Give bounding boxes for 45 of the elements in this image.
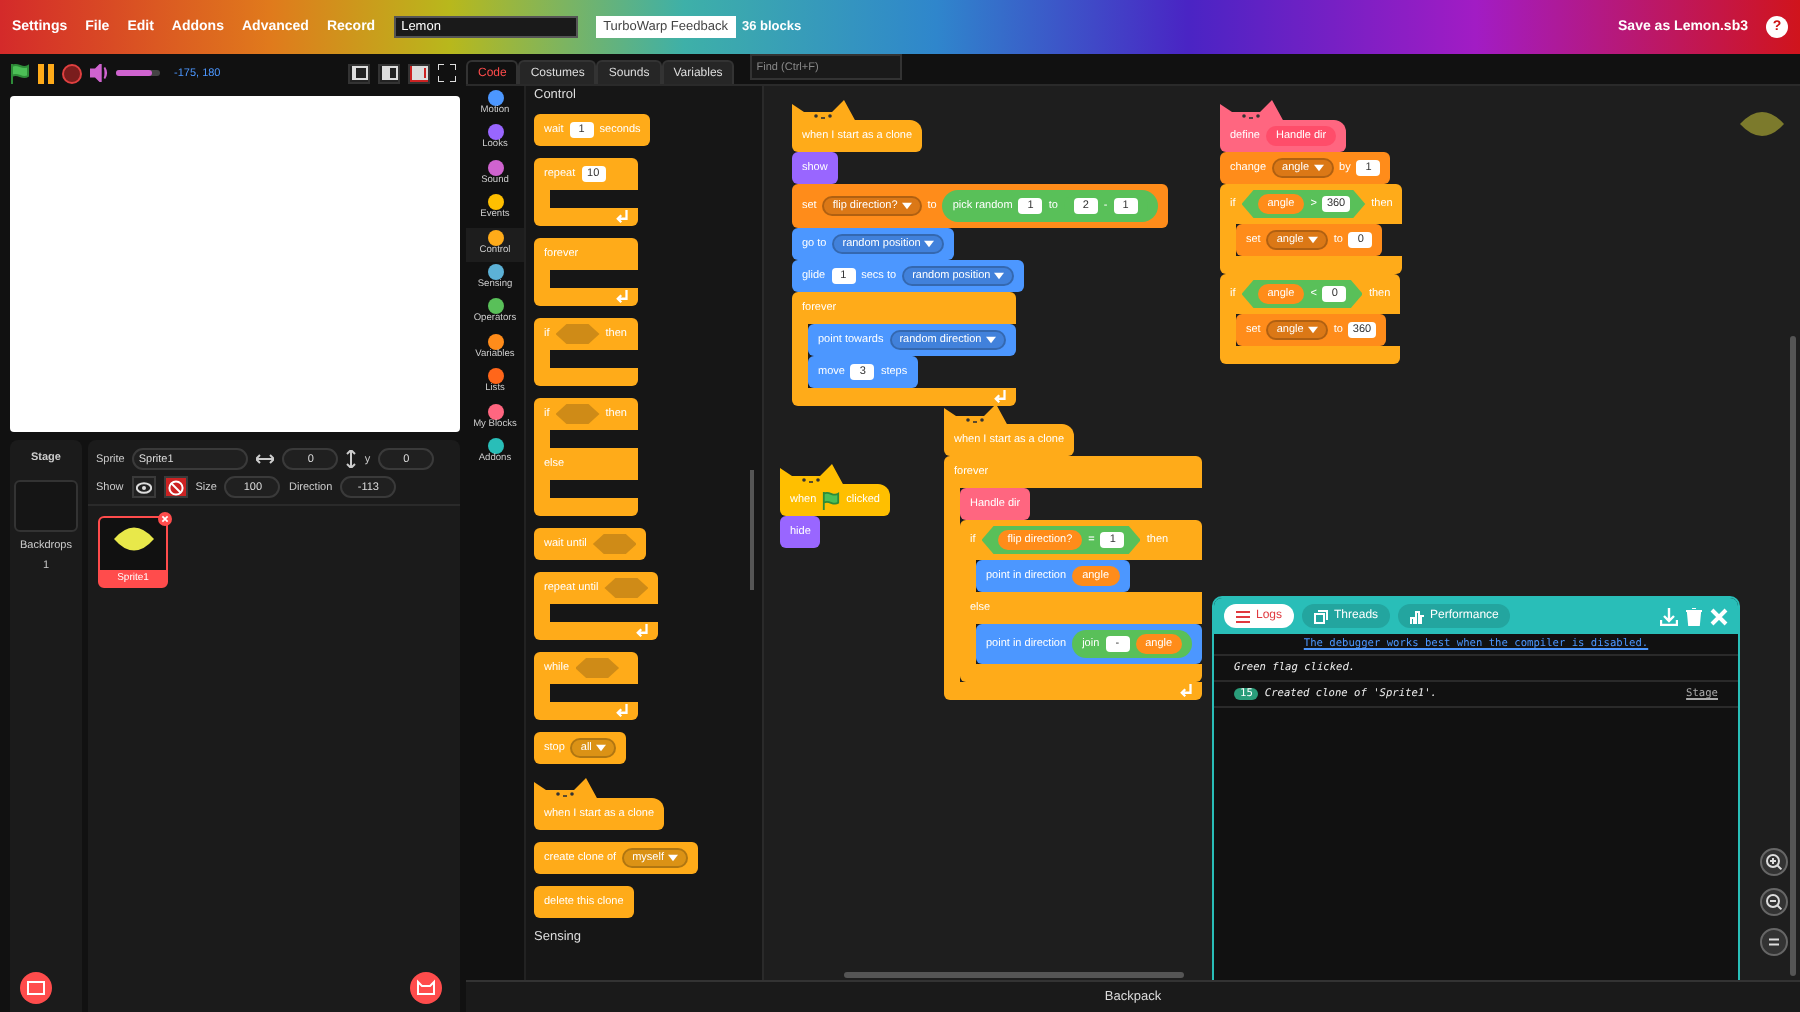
delete-icon[interactable]	[158, 512, 172, 526]
sprite-thumbnail	[1740, 110, 1784, 138]
backdrop-thumbnail[interactable]	[14, 480, 78, 532]
loop-arrow-icon	[616, 290, 630, 304]
fullscreen-icon[interactable]	[438, 64, 456, 82]
speaker-icon[interactable]	[90, 64, 108, 82]
stage-layout-button[interactable]	[378, 63, 400, 83]
zoom-reset-icon[interactable]	[1760, 928, 1788, 956]
hide-button[interactable]	[163, 476, 188, 498]
list-icon	[1236, 609, 1250, 623]
pause-icon[interactable]	[38, 63, 54, 83]
backdrop-button[interactable]	[20, 972, 52, 1004]
volume-slider[interactable]	[116, 70, 160, 76]
bar-chart-icon	[1410, 609, 1425, 623]
flag-icon[interactable]	[10, 63, 30, 83]
caret-icon	[901, 202, 912, 210]
caret-icon	[985, 336, 996, 344]
loop-arrow-icon	[616, 210, 630, 224]
loop-arrow-icon	[1180, 684, 1195, 698]
flag-icon	[822, 491, 841, 509]
windows-icon	[1314, 609, 1329, 623]
caret-icon	[667, 854, 678, 862]
code-workspace[interactable]	[762, 86, 1800, 980]
show-button[interactable]	[131, 476, 156, 498]
loop-arrow-icon	[993, 390, 1008, 404]
vertical-arrow-icon	[346, 450, 357, 468]
loop-arrow-icon	[636, 624, 651, 638]
cat-button[interactable]	[410, 972, 442, 1004]
caret-icon	[1307, 236, 1318, 244]
zoom-in-icon[interactable]	[1760, 848, 1788, 876]
zoom-out-icon[interactable]	[1760, 888, 1788, 916]
scrollbar[interactable]	[1790, 336, 1796, 976]
loop-arrow-icon	[616, 704, 630, 718]
lemon-drawing	[113, 526, 153, 552]
horizontal-arrow-icon	[256, 454, 275, 464]
scrollbar[interactable]	[844, 972, 1184, 978]
caret-icon	[1313, 164, 1324, 172]
stage-layout-button[interactable]	[408, 63, 430, 83]
caret-icon	[1307, 326, 1318, 334]
scrollbar[interactable]	[750, 470, 754, 590]
stage-layout-button[interactable]	[348, 63, 370, 83]
caret-icon	[924, 240, 935, 248]
caret-icon	[595, 744, 606, 752]
caret-icon	[994, 272, 1005, 280]
stop-icon[interactable]	[62, 63, 82, 83]
